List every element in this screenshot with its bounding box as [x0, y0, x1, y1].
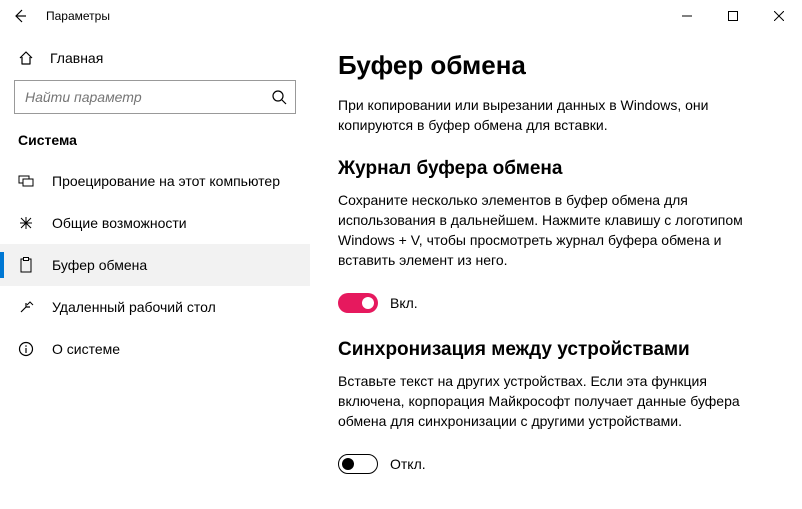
page-title: Буфер обмена — [338, 50, 784, 81]
sidebar-item-remote[interactable]: Удаленный рабочий стол — [0, 286, 310, 328]
search-icon — [271, 89, 287, 105]
search-input[interactable] — [25, 89, 271, 105]
sidebar-item-project[interactable]: Проецирование на этот компьютер — [0, 160, 310, 202]
shared-icon — [18, 215, 34, 231]
project-icon — [18, 173, 34, 189]
sidebar-item-label: Проецирование на этот компьютер — [52, 173, 280, 189]
intro-text: При копировании или вырезании данных в W… — [338, 95, 768, 136]
home-label: Главная — [50, 50, 103, 66]
maximize-button[interactable] — [710, 0, 756, 32]
history-heading: Журнал буфера обмена — [338, 158, 784, 180]
back-button[interactable] — [8, 4, 32, 28]
sidebar-item-label: Буфер обмена — [52, 257, 147, 273]
sidebar-item-shared[interactable]: Общие возможности — [0, 202, 310, 244]
close-button[interactable] — [756, 0, 802, 32]
sync-toggle-label: Откл. — [390, 456, 426, 472]
sidebar: Главная Система Проецирование на этот ко… — [0, 32, 310, 509]
sidebar-item-label: Удаленный рабочий стол — [52, 299, 216, 315]
titlebar: Параметры — [0, 0, 802, 32]
home-nav[interactable]: Главная — [0, 42, 310, 80]
sync-desc: Вставьте текст на других устройствах. Ес… — [338, 371, 768, 432]
sidebar-item-clipboard[interactable]: Буфер обмена — [0, 244, 310, 286]
sidebar-item-about[interactable]: О системе — [0, 328, 310, 370]
sidebar-item-label: О системе — [52, 341, 120, 357]
window-title: Параметры — [46, 9, 110, 23]
sidebar-item-label: Общие возможности — [52, 215, 187, 231]
history-toggle[interactable] — [338, 293, 378, 313]
content-area: Буфер обмена При копировании или вырезан… — [310, 32, 802, 509]
sync-heading: Синхронизация между устройствами — [338, 339, 784, 361]
minimize-button[interactable] — [664, 0, 710, 32]
section-header: Система — [0, 132, 310, 160]
remote-icon — [18, 299, 34, 315]
search-box[interactable] — [14, 80, 296, 114]
sync-toggle[interactable] — [338, 454, 378, 474]
home-icon — [18, 50, 34, 66]
history-toggle-label: Вкл. — [390, 295, 418, 311]
clipboard-icon — [18, 257, 34, 273]
history-desc: Сохраните несколько элементов в буфер об… — [338, 190, 768, 271]
info-icon — [18, 341, 34, 357]
